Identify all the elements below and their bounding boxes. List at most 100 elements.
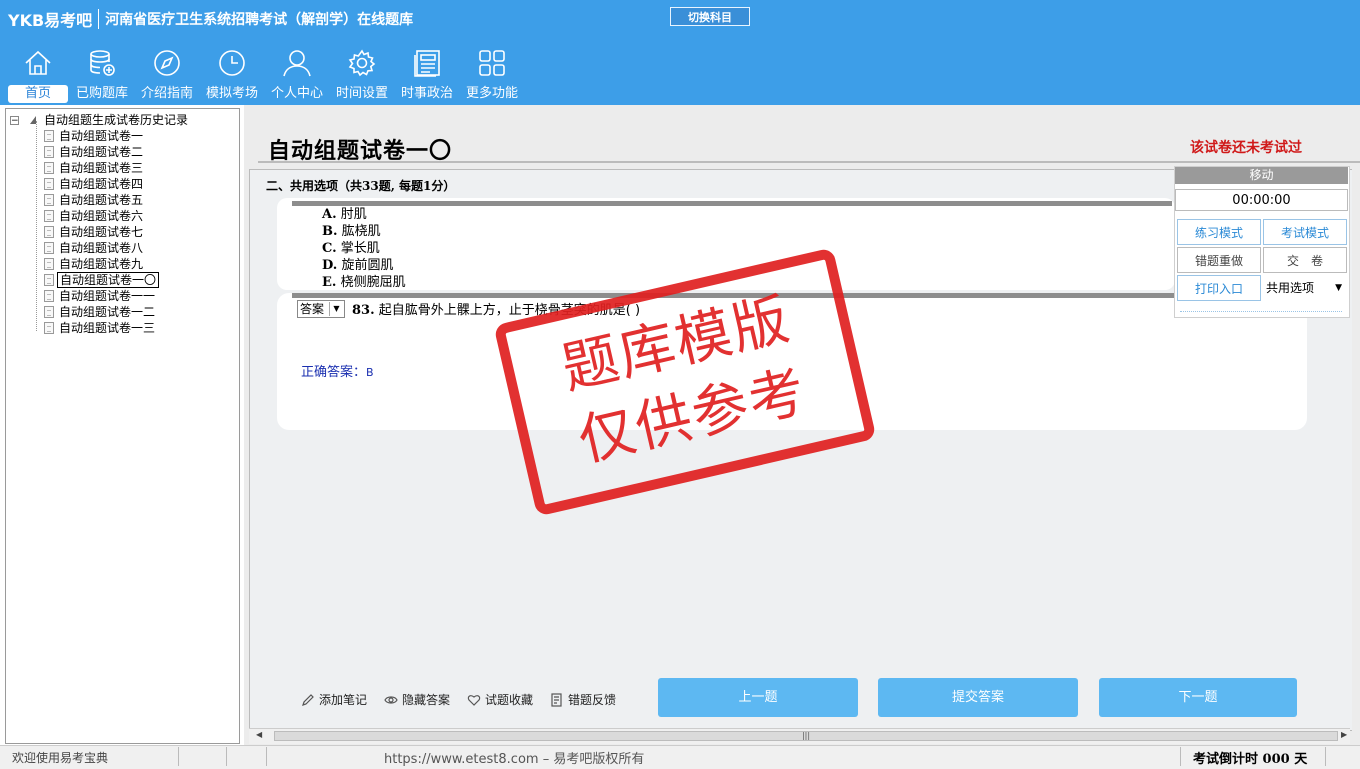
exam-title: 自动组题试卷一〇 (268, 138, 453, 164)
next-question-button[interactable]: 下一题 (1099, 678, 1297, 717)
option-e: E. 桡侧腕屈肌 (322, 275, 406, 291)
tree-item-label: 自动组题试卷二 (59, 145, 144, 159)
nav-mock-exam[interactable]: 模拟考场 (200, 48, 264, 106)
tree-item[interactable]: 自动组题试卷九 (44, 256, 145, 272)
hide-answer-button[interactable]: 隐藏答案 (384, 691, 450, 708)
option-key: D. (322, 258, 338, 273)
document-icon (44, 210, 54, 222)
nav-label: 时事政治 (400, 86, 453, 101)
switch-subject-button[interactable]: 切换科目 (670, 7, 750, 26)
nav-time-settings[interactable]: 时间设置 (330, 48, 394, 106)
answer-select-value: 答案 (300, 302, 325, 316)
user-icon (283, 50, 311, 77)
exam-countdown: 考试倒计时 000 天 (1193, 752, 1308, 767)
tree-item[interactable]: 自动组题试卷七 (44, 224, 145, 240)
heart-icon (467, 694, 481, 706)
option-key: C. (322, 241, 337, 256)
feedback-label: 错题反馈 (568, 693, 617, 707)
option-key: E. (322, 275, 337, 290)
tree-item-label: 自动组题试卷一三 (59, 321, 156, 335)
tree-item[interactable]: 自动组题试卷一三 (44, 320, 157, 336)
document-icon (44, 258, 54, 270)
prev-question-button[interactable]: 上一题 (658, 678, 858, 717)
tree-item[interactable]: 自动组题试卷五 (44, 192, 145, 208)
redo-wrong-button[interactable]: 错题重做 (1177, 247, 1261, 273)
clock-icon (219, 50, 245, 76)
history-tree: − 自动组题生成试卷历史记录 自动组题试卷一 自动组题试卷二 自动组题试卷三 自… (5, 108, 240, 744)
nav-purchased[interactable]: 已购题库 (70, 48, 134, 106)
collapse-icon[interactable]: − (10, 115, 19, 125)
shared-option-select[interactable]: 共用选项 ▼ (1262, 276, 1348, 302)
nav-news[interactable]: 时事政治 (395, 48, 459, 106)
compass-icon (154, 50, 180, 76)
scroll-left-icon[interactable]: ◀ (256, 730, 262, 739)
status-separator (266, 747, 267, 766)
nav-guide[interactable]: 介绍指南 (135, 48, 199, 106)
timer-display: 00:00:00 (1175, 189, 1348, 211)
welcome-text: 欢迎使用易考宝典 (12, 751, 109, 765)
tree-root[interactable]: − 自动组题生成试卷历史记录 (10, 112, 190, 128)
tree-item-label: 自动组题试卷三 (59, 161, 144, 175)
tree-item[interactable]: 自动组题试卷二 (44, 144, 145, 160)
tree-item-label: 自动组题试卷一 (59, 129, 144, 143)
exam-mode-button[interactable]: 考试模式 (1263, 219, 1347, 245)
submit-answer-button[interactable]: 提交答案 (878, 678, 1078, 717)
chevron-down-icon[interactable]: ▼ (1335, 276, 1342, 300)
nav-label: 模拟考场 (205, 86, 258, 101)
add-note-button[interactable]: 添加笔记 (301, 691, 367, 708)
app-title: 河南省医疗卫生系统招聘考试（解剖学）在线题库 (105, 12, 414, 28)
panel-move-handle[interactable]: 移动 (1175, 167, 1348, 184)
folder-icon (30, 116, 36, 124)
tree-item-selected[interactable]: 自动组题试卷一〇 (44, 272, 160, 288)
hide-answer-label: 隐藏答案 (402, 693, 451, 707)
document-icon (44, 162, 54, 174)
option-text: 肘肌 (340, 207, 367, 222)
section-heading: 二、共用选项（共33题, 每题1分） (266, 179, 456, 193)
tree-item[interactable]: 自动组题试卷八 (44, 240, 145, 256)
tree-root-label: 自动组题生成试卷历史记录 (44, 113, 189, 127)
submit-paper-button[interactable]: 交 卷 (1263, 247, 1347, 273)
nav-more[interactable]: 更多功能 (460, 48, 524, 106)
tree-connector (36, 121, 37, 331)
tree-item[interactable]: 自动组题试卷三 (44, 160, 145, 176)
document-icon (44, 306, 54, 318)
nav-home[interactable]: 首页 (6, 48, 70, 106)
pencil-icon (302, 693, 314, 706)
nav-label: 个人中心 (270, 86, 323, 101)
tree-item[interactable]: 自动组题试卷六 (44, 208, 145, 224)
favorite-button[interactable]: 试题收藏 (467, 691, 533, 708)
correct-answer-label: 正确答案： (301, 365, 367, 380)
document-icon (44, 226, 54, 238)
tree-item[interactable]: 自动组题试卷一二 (44, 304, 157, 320)
favorite-label: 试题收藏 (485, 693, 534, 707)
answer-select[interactable]: 答案 ▼ (297, 300, 345, 318)
exam-status: 该试卷还未考试过 (1190, 140, 1302, 156)
tree-item[interactable]: 自动组题试卷四 (44, 176, 145, 192)
tree-item-label: 自动组题试卷一一 (59, 289, 156, 303)
home-icon (25, 50, 51, 75)
option-key: B. (322, 224, 338, 239)
chevron-down-icon[interactable]: ▼ (329, 302, 343, 316)
nav-label: 时间设置 (335, 86, 388, 101)
tree-item[interactable]: 自动组题试卷一一 (44, 288, 157, 304)
practice-mode-button[interactable]: 练习模式 (1177, 219, 1261, 245)
scrollbar-thumb[interactable]: ||| (274, 731, 1338, 741)
option-text: 旋前圆肌 (341, 258, 394, 273)
option-text: 桡侧腕屈肌 (340, 275, 406, 290)
document-icon (44, 130, 54, 142)
feedback-button[interactable]: 错题反馈 (550, 691, 616, 708)
status-separator (226, 747, 227, 766)
nav-profile[interactable]: 个人中心 (265, 48, 329, 106)
database-icon (90, 50, 115, 76)
option-text: 肱桡肌 (341, 224, 381, 239)
scroll-right-icon[interactable]: ▶ (1341, 730, 1347, 739)
document-edit-icon (44, 274, 54, 286)
eye-icon (384, 695, 398, 704)
document-icon (44, 178, 54, 190)
tree-item-label: 自动组题试卷一〇 (57, 272, 160, 288)
status-bar (0, 745, 1360, 769)
tree-item[interactable]: 自动组题试卷一 (44, 128, 145, 144)
option-b: B. 肱桡肌 (322, 224, 381, 240)
panel-divider (1180, 311, 1342, 312)
print-button[interactable]: 打印入口 (1177, 275, 1261, 301)
